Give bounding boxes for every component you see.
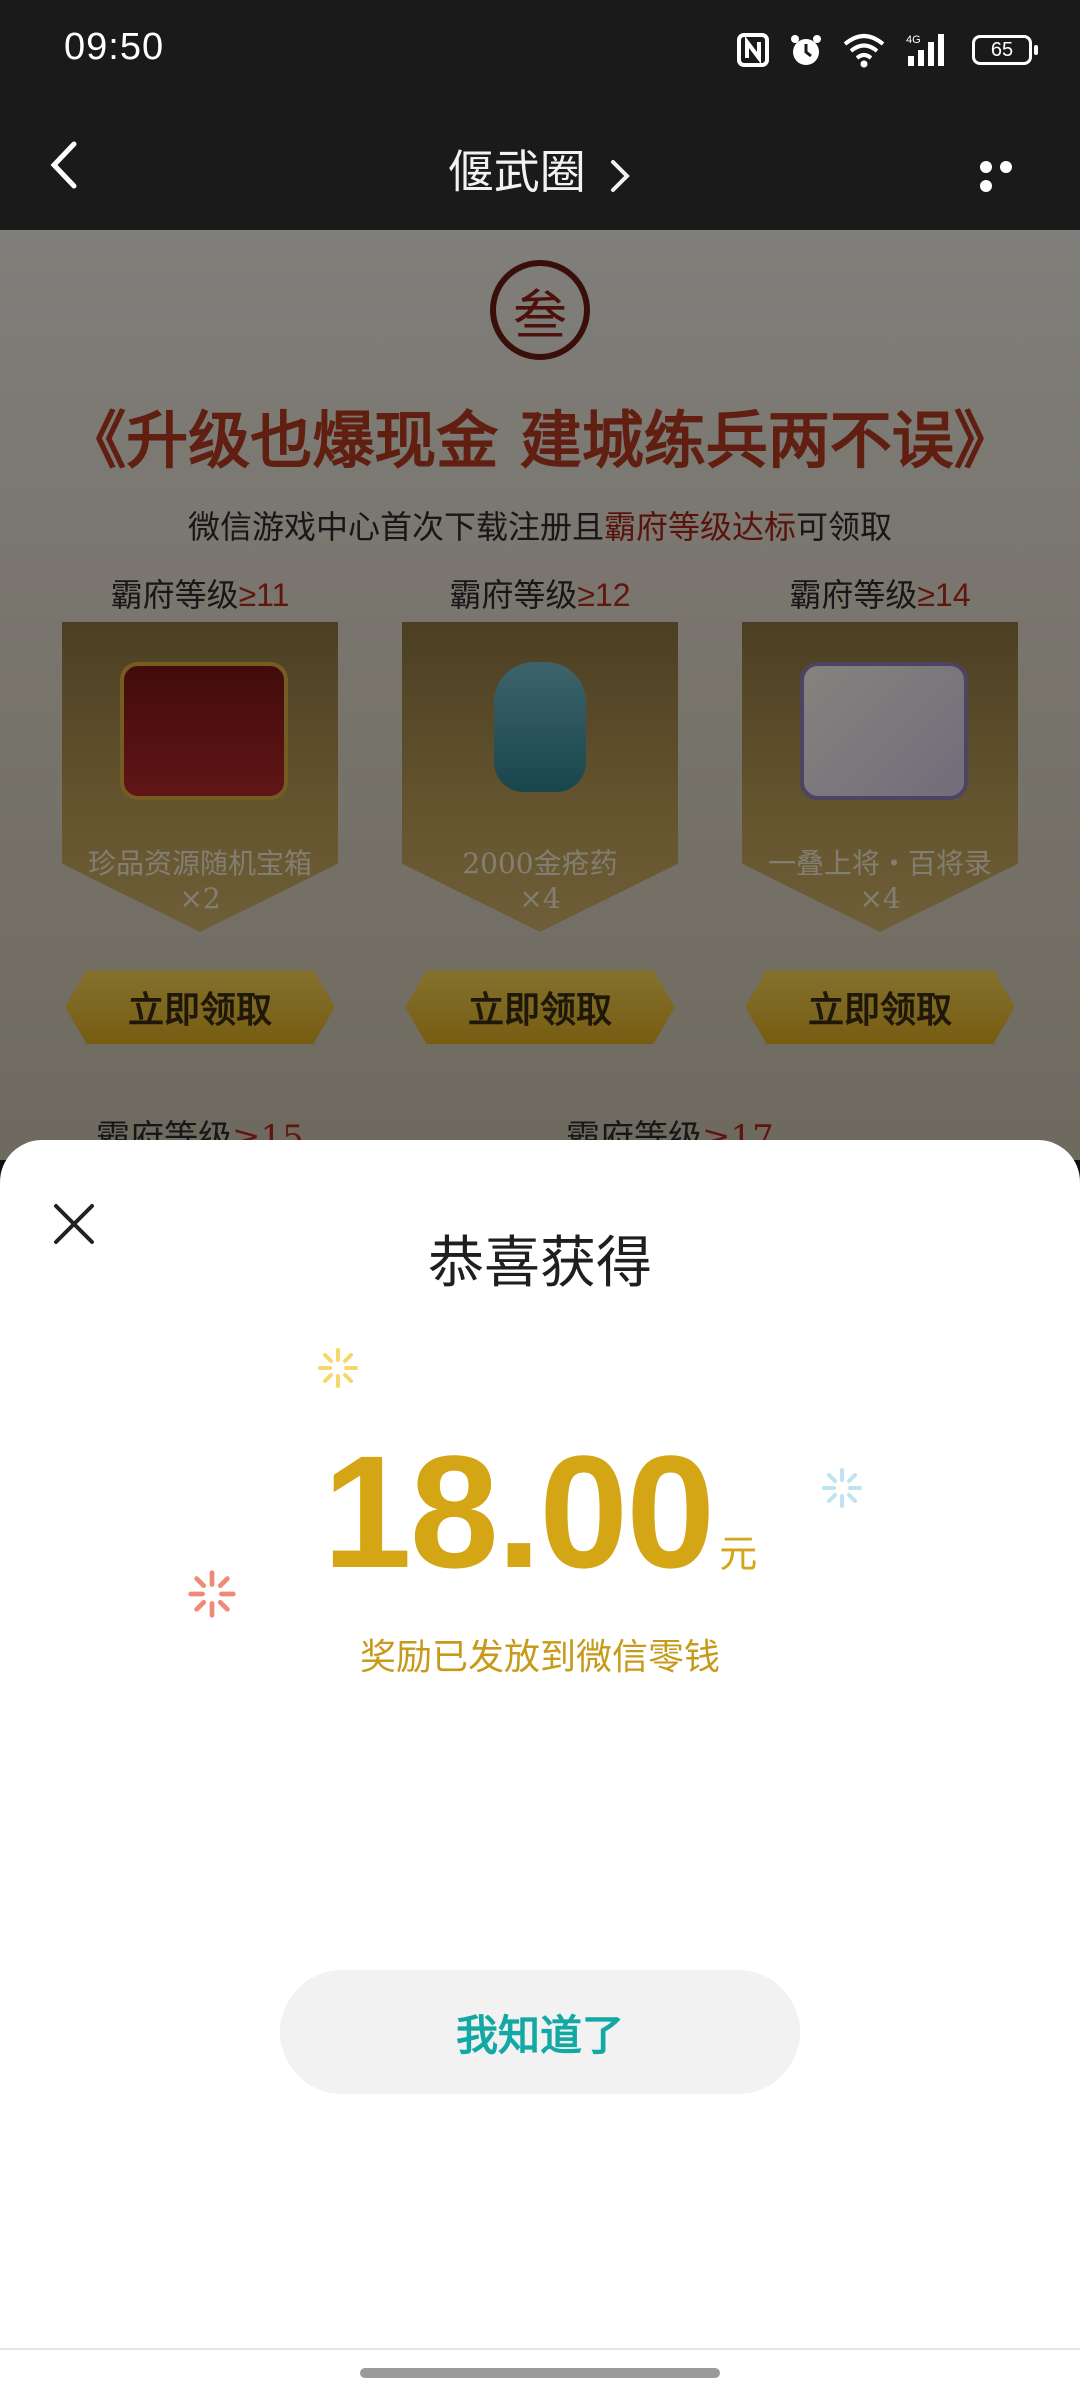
amount-value: 18.00 xyxy=(322,1422,715,1601)
reward-notice: 奖励已发放到微信零钱 xyxy=(359,1637,720,1678)
wifi-icon xyxy=(843,34,885,68)
home-indicator[interactable] xyxy=(360,2368,720,2378)
modal-overlay[interactable] xyxy=(0,230,1080,1160)
sparkle-icon xyxy=(318,1348,358,1388)
status-time: 09:50 xyxy=(64,26,165,68)
nfc-icon xyxy=(737,33,769,67)
amount-currency: 元 xyxy=(719,1532,758,1576)
status-icons: 4G 65 xyxy=(736,28,1038,72)
battery-level: 65 xyxy=(990,38,1014,61)
reward-dialog: 恭喜获得 18.00 元 奖励已发放到微信零钱 我知道了 xyxy=(0,1140,1080,2400)
nav-title-button[interactable]: 偃武圈 xyxy=(0,136,1080,202)
divider xyxy=(0,2348,1080,2350)
more-icon[interactable] xyxy=(980,158,1036,192)
alarm-icon xyxy=(791,35,821,65)
confirm-button[interactable]: 我知道了 xyxy=(280,1970,800,2094)
reward-amount: 18.00 元 xyxy=(0,1432,1080,1592)
battery-icon: 65 xyxy=(972,35,1038,65)
status-bar: 09:50 4G 65 xyxy=(0,0,1080,100)
signal-4g-icon: 4G xyxy=(906,34,944,66)
dialog-title: 恭喜获得 xyxy=(428,1231,652,1296)
svg-text:4G: 4G xyxy=(906,34,921,46)
nav-bar: 偃武圈 xyxy=(0,100,1080,230)
chevron-right-icon xyxy=(611,159,631,192)
nav-title: 偃武圈 xyxy=(447,145,586,199)
